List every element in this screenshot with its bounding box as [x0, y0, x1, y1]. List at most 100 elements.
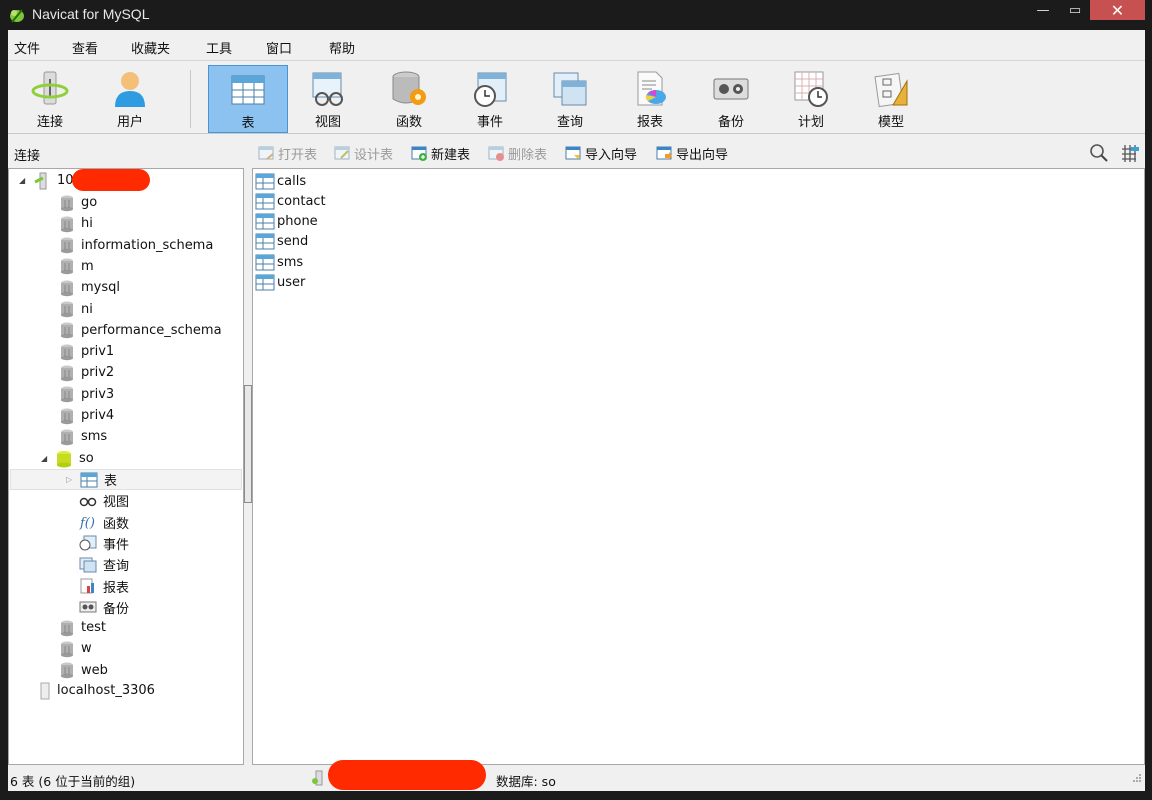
toolbar-schedule-button[interactable]: 计划: [771, 65, 851, 133]
database-icon: [61, 365, 73, 382]
export-wizard-label: 导出向导: [676, 148, 729, 163]
connection-closed-icon: [40, 682, 50, 699]
schedule-icon: [794, 71, 828, 107]
tree-database-priv1[interactable]: priv1: [59, 341, 114, 362]
tree-database-information-schema[interactable]: information_schema: [59, 235, 213, 256]
pane-splitter[interactable]: [244, 385, 252, 503]
database-icon: [61, 386, 73, 403]
view-icon: [79, 493, 97, 509]
connection-tree[interactable]: ◢ 10 go hi information_schema m mysql ni perfo…: [8, 168, 244, 765]
database-name: priv2: [81, 365, 115, 381]
delete-table-button[interactable]: 删除表: [488, 144, 547, 163]
user-icon: [115, 72, 145, 107]
maximize-button[interactable]: ▭: [1060, 0, 1090, 20]
tree-connection-localhost[interactable]: localhost_3306: [39, 680, 155, 701]
database-icon: [61, 237, 73, 254]
tree-so-function[interactable]: f() 函数: [79, 512, 129, 533]
tree-database-test[interactable]: test: [59, 617, 106, 638]
view-icon: [312, 72, 343, 106]
menu-window[interactable]: 窗口: [266, 38, 292, 57]
toolbar-model-button[interactable]: 模型: [851, 65, 931, 133]
query-icon: [79, 557, 97, 573]
tree-database-hi[interactable]: hi: [59, 213, 93, 234]
tree-node-label: 查询: [103, 559, 130, 575]
menu-view[interactable]: 查看: [72, 38, 98, 57]
tree-connection-10[interactable]: ◢ 10: [19, 170, 74, 191]
database-icon: [61, 258, 73, 275]
menu-file[interactable]: 文件: [14, 38, 40, 57]
open-table-button[interactable]: 打开表: [258, 144, 317, 163]
tree-database-performance-schema[interactable]: performance_schema: [59, 320, 222, 341]
new-table-button[interactable]: 新建表: [411, 144, 470, 163]
tree-node-label: 报表: [103, 580, 130, 596]
tree-so-query[interactable]: 查询: [79, 554, 129, 575]
tree-database-w[interactable]: w: [59, 638, 92, 659]
table-item-user[interactable]: user: [255, 273, 305, 293]
expanded-arrow-icon[interactable]: ◢: [41, 454, 49, 463]
title-bar: Navicat for MySQL — ▭ ✕: [0, 0, 1152, 30]
tree-so-report[interactable]: 报表: [79, 576, 129, 597]
toolbar-schedule-label: 计划: [797, 115, 824, 130]
new-table-icon: [411, 146, 427, 161]
backup-icon: [713, 78, 749, 100]
tree-database-ni[interactable]: ni: [59, 299, 93, 320]
table-item-phone[interactable]: phone: [255, 212, 318, 232]
grid-view-icon[interactable]: [1120, 143, 1140, 163]
minimize-button[interactable]: —: [1030, 0, 1056, 20]
table-icon: [231, 75, 265, 105]
resize-grip-icon[interactable]: [1130, 773, 1142, 785]
menu-favorites[interactable]: 收藏夹: [131, 38, 170, 57]
expanded-arrow-icon[interactable]: ◢: [19, 176, 27, 185]
table-item-sms[interactable]: sms: [255, 252, 303, 272]
tree-database-sms[interactable]: sms: [59, 426, 107, 447]
toolbar-query-button[interactable]: 查询: [530, 65, 610, 133]
design-table-icon: [334, 146, 350, 160]
database-name: web: [81, 662, 108, 678]
tree-database-go[interactable]: go: [59, 192, 97, 213]
tree-database-priv3[interactable]: priv3: [59, 384, 114, 405]
main-window: 文件 查看 收藏夹 工具 窗口 帮助 连接 用户 表 视图 函数 事件 查询 报…: [8, 30, 1145, 791]
database-name: priv1: [81, 344, 115, 360]
toolbar-user-button[interactable]: 用户: [90, 65, 170, 133]
design-table-button[interactable]: 设计表: [334, 144, 393, 163]
toolbar-table-label: 表: [241, 116, 255, 131]
toolbar-function-button[interactable]: 函数: [369, 65, 449, 133]
table-item-calls[interactable]: calls: [255, 171, 306, 191]
toolbar-view-button[interactable]: 视图: [288, 65, 368, 133]
tree-database-so[interactable]: ◢ so: [41, 448, 94, 469]
tree-database-mysql[interactable]: mysql: [59, 277, 120, 298]
tree-so-event[interactable]: 事件: [79, 533, 129, 554]
toolbar-table-button[interactable]: 表: [208, 65, 288, 133]
collapsed-arrow-icon[interactable]: ▷: [66, 475, 74, 484]
table-name: calls: [277, 173, 307, 189]
table-icon: [255, 254, 275, 271]
table-item-send[interactable]: send: [255, 232, 308, 252]
import-wizard-button[interactable]: 导入向导: [565, 144, 637, 163]
function-icon: [392, 71, 426, 105]
database-icon: [61, 429, 73, 445]
menu-help[interactable]: 帮助: [329, 38, 355, 57]
tree-so-view[interactable]: 视图: [79, 490, 129, 511]
table-icon: [80, 472, 98, 488]
toolbar-event-button[interactable]: 事件: [450, 65, 530, 133]
tree-so-backup[interactable]: 备份: [79, 597, 129, 618]
delete-table-icon: [488, 146, 504, 161]
table-name: user: [277, 275, 306, 290]
tree-database-web[interactable]: web: [59, 660, 108, 681]
database-name: go: [81, 195, 98, 210]
toolbar-report-button[interactable]: 报表: [610, 65, 690, 133]
tree-database-m[interactable]: m: [59, 256, 94, 277]
toolbar-connection-button[interactable]: 连接: [10, 65, 90, 133]
database-open-icon: [57, 450, 71, 467]
tree-database-priv2[interactable]: priv2: [59, 362, 114, 383]
menu-tools[interactable]: 工具: [206, 38, 232, 57]
table-list[interactable]: calls contact phone send sms user: [252, 168, 1145, 765]
table-item-contact[interactable]: contact: [255, 191, 326, 211]
export-wizard-button[interactable]: 导出向导: [656, 144, 728, 163]
search-icon[interactable]: [1089, 143, 1109, 163]
tree-database-priv4[interactable]: priv4: [59, 405, 114, 426]
close-button[interactable]: ✕: [1090, 0, 1145, 20]
tree-node-label: 函数: [103, 516, 130, 532]
toolbar-backup-button[interactable]: 备份: [691, 65, 771, 133]
tree-so-table[interactable]: ▷ 表: [10, 469, 242, 490]
